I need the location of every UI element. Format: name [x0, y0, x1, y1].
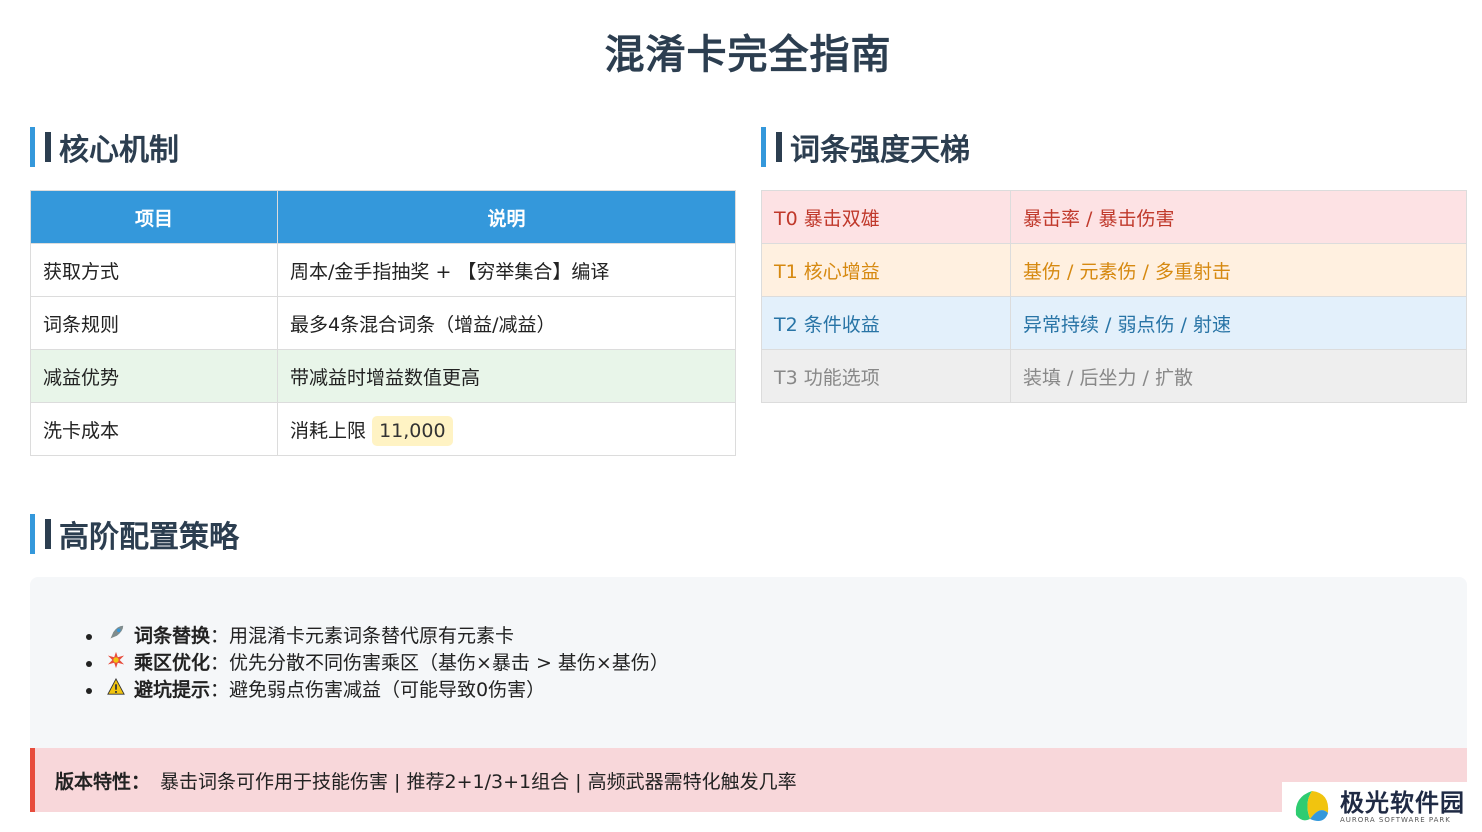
page-title: 混淆卡完全指南 — [604, 32, 892, 78]
strategy-text: ：避免弱点伤害减益（可能导致0伤害） — [210, 679, 546, 701]
row-desc: 周本/金手指抽奖 + 【穷举集合】编译 — [277, 243, 736, 297]
section-heading-tier-label: 词条强度天梯 — [790, 133, 970, 168]
note-label: 版本特性： — [55, 770, 151, 793]
tier-name: T0 暴击双雄 — [761, 190, 1011, 244]
heading-bar — [45, 132, 51, 162]
tier-row-t0: T0 暴击双雄 暴击率 / 暴击伤害 — [761, 190, 1467, 244]
core-mechanism-table: 项目 说明 获取方式 周本/金手指抽奖 + 【穷举集合】编译 词条规则 最多4条… — [30, 190, 736, 456]
logo-sub-text: AURORA SOFTWARE PARK — [1340, 816, 1451, 824]
strategy-label: 词条替换 — [134, 625, 211, 647]
tier-row-t1: T1 核心增益 基伤 / 元素伤 / 多重射击 — [761, 243, 1467, 297]
tier-name: T1 核心增益 — [761, 243, 1011, 297]
aurora-logo-icon — [1295, 791, 1329, 821]
logo-main-text: 极光软件园 — [1340, 789, 1465, 817]
strategy-text: ：用混淆卡元素词条替代原有元素卡 — [210, 625, 515, 647]
row-desc: 带减益时增益数值更高 — [277, 349, 736, 403]
tier-stats: 基伤 / 元素伤 / 多重射击 — [1010, 243, 1467, 297]
note-text: 暴击词条可作用于技能伤害 | 推荐2+1/3+1组合 | 高频武器需特化触发几率 — [160, 770, 797, 793]
list-item: 避坑提示：避免弱点伤害减益（可能导致0伤害） — [104, 677, 669, 704]
row-desc: 消耗上限 11,000 — [277, 402, 736, 456]
tier-row-t2: T2 条件收益 异常持续 / 弱点伤 / 射速 — [761, 296, 1467, 350]
tier-ladder-table: T0 暴击双雄 暴击率 / 暴击伤害 T1 核心增益 基伤 / 元素伤 / 多重… — [761, 190, 1467, 403]
section-heading-core-label: 核心机制 — [59, 133, 179, 168]
warning-icon — [104, 677, 128, 704]
row-item: 获取方式 — [30, 243, 278, 297]
tier-stats: 异常持续 / 弱点伤 / 射速 — [1010, 296, 1467, 350]
table-row: 洗卡成本 消耗上限 11,000 — [30, 402, 736, 456]
row-item: 词条规则 — [30, 296, 278, 350]
heading-bar — [776, 132, 782, 162]
tier-name: T2 条件收益 — [761, 296, 1011, 350]
row-item: 洗卡成本 — [30, 402, 278, 456]
row-desc-text: 消耗上限 — [290, 419, 367, 442]
table-row-highlighted: 减益优势 带减益时增益数值更高 — [30, 349, 736, 403]
table-row: 词条规则 最多4条混合词条（增益/减益） — [30, 296, 736, 350]
version-note: 版本特性： 暴击词条可作用于技能伤害 | 推荐2+1/3+1组合 | 高频武器需… — [30, 748, 1467, 812]
strategy-label: 乘区优化 — [134, 652, 211, 674]
list-item: 乘区优化：优先分散不同伤害乘区（基伤×暴击 > 基伤×基伤） — [104, 650, 669, 677]
section-heading-core: 核心机制 — [30, 127, 179, 168]
watermark-logo: 极光软件园 AURORA SOFTWARE PARK — [1282, 782, 1482, 832]
row-desc: 最多4条混合词条（增益/减益） — [277, 296, 736, 350]
row-item: 减益优势 — [30, 349, 278, 403]
section-heading-tier: 词条强度天梯 — [761, 127, 970, 168]
tier-stats: 装填 / 后坐力 / 扩散 — [1010, 349, 1467, 403]
tier-row-t3: T3 功能选项 装填 / 后坐力 / 扩散 — [761, 349, 1467, 403]
rocket-icon — [104, 623, 128, 650]
section-heading-strategy-label: 高阶配置策略 — [59, 520, 239, 555]
tier-stats: 暴击率 / 暴击伤害 — [1010, 190, 1467, 244]
collision-icon — [104, 650, 128, 677]
strategy-label: 避坑提示 — [134, 679, 211, 701]
table-header-row: 项目 说明 — [30, 190, 736, 244]
strategy-list: 词条替换：用混淆卡元素词条替代原有元素卡 乘区优化：优先分散不同伤害乘区（基伤×… — [104, 623, 669, 704]
tier-name: T3 功能选项 — [761, 349, 1011, 403]
column-header-desc: 说明 — [277, 190, 736, 244]
section-heading-strategy: 高阶配置策略 — [30, 514, 239, 555]
table-row: 获取方式 周本/金手指抽奖 + 【穷举集合】编译 — [30, 243, 736, 297]
heading-bar — [45, 519, 51, 549]
column-header-item: 项目 — [30, 190, 278, 244]
strategy-text: ：优先分散不同伤害乘区（基伤×暴击 > 基伤×基伤） — [210, 652, 669, 674]
cost-badge: 11,000 — [372, 415, 453, 446]
list-item: 词条替换：用混淆卡元素词条替代原有元素卡 — [104, 623, 669, 650]
